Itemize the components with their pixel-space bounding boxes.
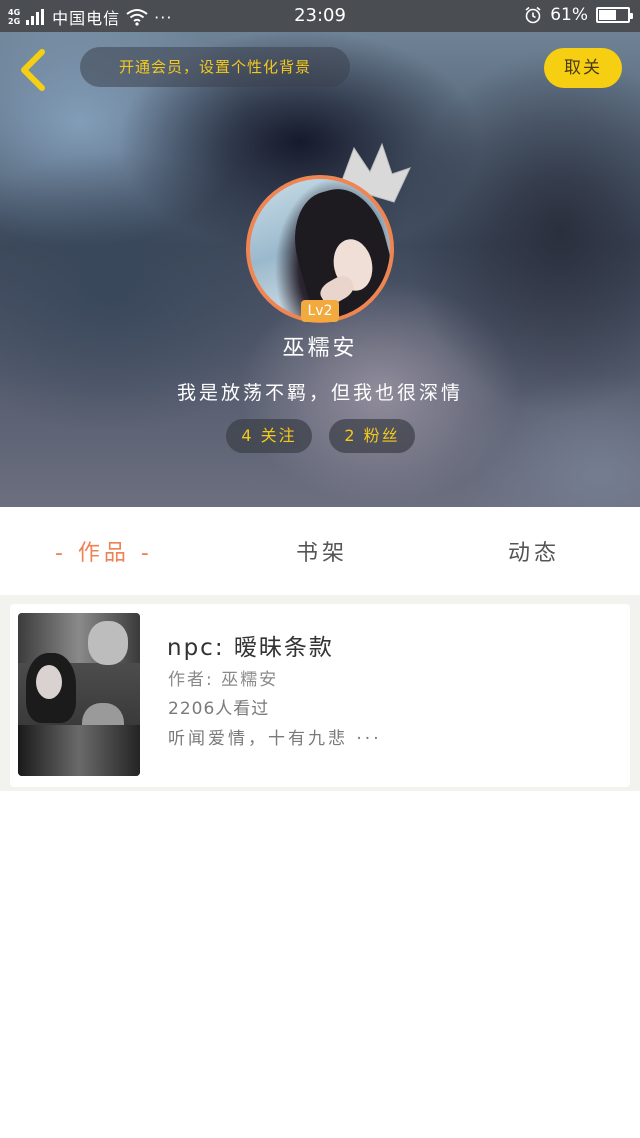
following-count[interactable]: 4 关注 [226, 419, 312, 453]
tab-activity[interactable]: 动态 [508, 535, 560, 567]
back-button[interactable] [16, 48, 52, 92]
battery-icon [596, 7, 633, 23]
level-badge: Lv2 [301, 300, 339, 322]
work-views: 2206人看过 [168, 699, 270, 719]
alarm-icon [525, 6, 541, 24]
works-list: npc: 暧昧条款 作者: 巫糯安 2206人看过 听闻爱情，十有九悲 ··· [0, 595, 640, 791]
user-signature: 我是放荡不羁，但我也很深情 [176, 382, 463, 404]
fans-count[interactable]: 2 粉丝 [329, 419, 415, 453]
profile-tabs: - 作品 - 书架 动态 [0, 507, 640, 595]
work-author: 作者: 巫糯安 [168, 670, 279, 690]
work-description: 听闻爱情，十有九悲 ··· [168, 729, 382, 749]
battery-cap [630, 13, 633, 19]
work-title[interactable]: npc: 暧昧条款 [167, 628, 334, 662]
tab-bookshelf[interactable]: 书架 [296, 535, 348, 567]
battery-percent: 61% [550, 5, 588, 25]
work-cover-image[interactable] [18, 613, 140, 776]
profile-header: 开通会员，设置个性化背景 取关 Lv2 巫糯安 我是放荡不羁，但我也很深情 4 … [0, 32, 640, 507]
battery-fill [599, 10, 617, 20]
unfollow-button[interactable]: 取关 [544, 48, 622, 88]
status-bar: 4G 2G 中国电信 ··· 23:09 61% [0, 0, 640, 32]
username: 巫糯安 [282, 336, 358, 361]
work-card[interactable]: npc: 暧昧条款 作者: 巫糯安 2206人看过 听闻爱情，十有九悲 ··· [10, 604, 630, 787]
cover-art-figure [88, 621, 128, 665]
cover-art-figure [36, 665, 62, 699]
tab-works[interactable]: - 作品 - [55, 535, 153, 567]
status-right: 61% [524, 5, 633, 25]
profile-page: 4G 2G 中国电信 ··· 23:09 61% 开通会员，设置个性化背景 取关… [0, 0, 640, 1138]
vip-background-banner[interactable]: 开通会员，设置个性化背景 [80, 47, 350, 87]
cover-art-band [18, 725, 140, 776]
